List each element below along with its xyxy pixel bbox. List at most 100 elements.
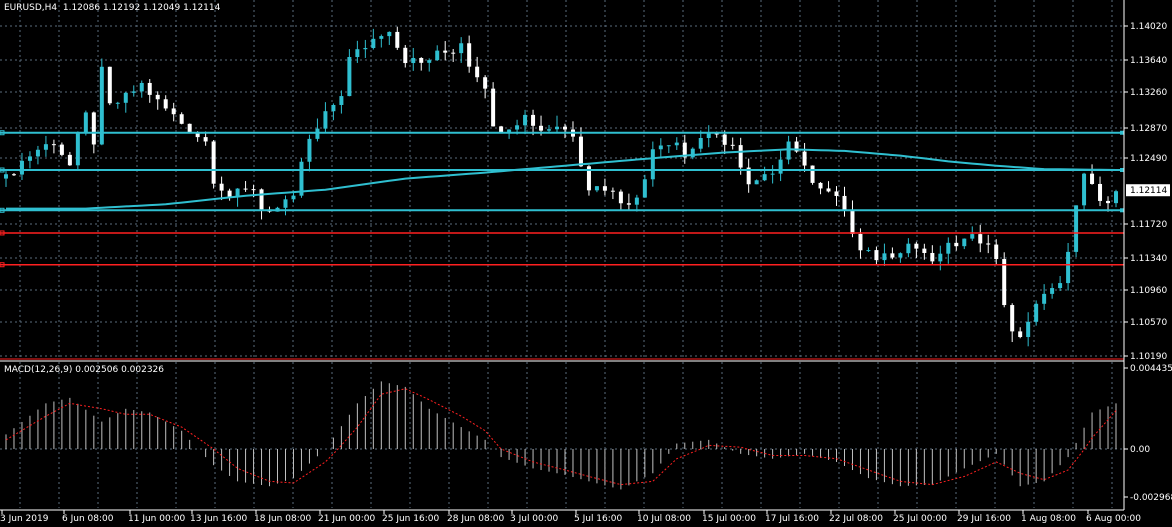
time-tick-label: 1 Aug 08:00	[1021, 514, 1076, 524]
level-handle-right	[1120, 130, 1124, 135]
price-tick-label: 1.13640	[1130, 56, 1167, 66]
macd-signal-line	[5, 388, 1117, 486]
price-chart[interactable]: 1.14020 1.13640 1.13260 1.12870 1.12490 1.117…	[0, 0, 1172, 527]
candle-body	[91, 112, 96, 145]
candle-body	[171, 108, 176, 115]
candle-body	[1026, 321, 1031, 338]
candle-body	[187, 123, 192, 134]
candle-body	[19, 160, 24, 175]
candle-body	[443, 50, 448, 53]
candle-body	[866, 250, 871, 252]
candle-body	[75, 133, 80, 166]
level-handle-right	[1120, 208, 1124, 213]
candle-body	[515, 125, 520, 130]
candle-body	[858, 233, 863, 251]
candle-body	[307, 138, 312, 162]
time-tick-label: 29 Jul 16:00	[957, 514, 1011, 524]
time-tick-label: 21 Jun 00:00	[318, 514, 375, 524]
candle-body	[3, 174, 8, 179]
macd-tick-label: 0.00	[1130, 445, 1150, 455]
candle-body	[1066, 251, 1071, 284]
candle-body	[610, 190, 615, 192]
price-tick-label: 1.10960	[1130, 286, 1167, 296]
candle-body	[930, 252, 935, 262]
candle-body	[163, 99, 168, 109]
candle-body	[906, 243, 911, 254]
high-value: 1.12192	[102, 3, 141, 13]
candle-body	[802, 151, 807, 166]
candle-body	[51, 144, 56, 146]
candle-body	[131, 91, 136, 93]
candle-body	[658, 145, 663, 150]
candle-body	[555, 126, 560, 130]
candle-body	[594, 186, 599, 191]
price-tick-label: 1.12490	[1130, 154, 1167, 164]
candle-body	[882, 253, 887, 261]
candle-body	[123, 92, 128, 103]
candle-body	[850, 210, 855, 234]
candle-body	[946, 242, 951, 254]
candle-body	[139, 82, 144, 92]
candle-body	[698, 138, 703, 149]
candle-body	[626, 203, 631, 205]
time-tick-label: 22 Jul 08:00	[829, 514, 883, 524]
candle-body	[235, 188, 240, 197]
time-tick-label: 15 Jul 00:00	[702, 514, 756, 524]
chart-window[interactable]: 1.14020 1.13640 1.13260 1.12870 1.12490 1.117…	[0, 0, 1172, 527]
candle-body	[395, 31, 400, 48]
candle-body	[706, 133, 711, 139]
candle-body	[259, 189, 264, 210]
candle-body	[994, 244, 999, 260]
candle-body	[1106, 200, 1111, 204]
candle-body	[978, 234, 983, 244]
candle-body	[1034, 303, 1039, 322]
candle-body	[219, 183, 224, 191]
candle-body	[451, 52, 456, 54]
candle-body	[59, 144, 64, 155]
candle-body	[371, 38, 376, 49]
candle-body	[251, 189, 256, 191]
candle-body	[642, 179, 647, 198]
time-tick-label: 3 Jul 00:00	[510, 514, 559, 524]
candle-body	[115, 102, 120, 104]
candle-body	[363, 48, 368, 50]
candle-body	[1098, 183, 1103, 201]
candle-body	[874, 250, 879, 261]
candle-body	[818, 182, 823, 189]
candle-body	[227, 190, 232, 197]
candle-body	[107, 66, 112, 104]
candle-body	[938, 253, 943, 262]
candle-body	[962, 238, 967, 247]
candle-body	[650, 149, 655, 180]
candle-body	[347, 57, 352, 97]
candle-body	[890, 253, 895, 258]
candle-body	[730, 144, 735, 146]
candle-body	[147, 82, 152, 95]
candle-body	[323, 111, 328, 129]
candle-body	[754, 180, 759, 185]
price-tick-label: 1.14020	[1130, 22, 1167, 32]
candle-body	[986, 243, 991, 245]
candle-body	[970, 234, 975, 239]
candle-body	[1114, 191, 1119, 204]
macd-label: MACD(12,26,9)	[4, 365, 73, 375]
candle-body	[339, 96, 344, 105]
candle-body	[1090, 173, 1095, 184]
time-tick-label: 3 Jun 2019	[0, 514, 49, 524]
time-tick-label: 11 Jun 00:00	[128, 514, 185, 524]
candle-body	[539, 125, 544, 131]
candle-body	[427, 60, 432, 63]
candle-body	[523, 114, 528, 126]
time-tick-label: 6 Jun 08:00	[62, 514, 114, 524]
time-tick-label: 17 Jul 16:00	[765, 514, 819, 524]
candle-body	[43, 144, 48, 150]
open-value: 1.12086	[62, 3, 101, 13]
candle-body	[826, 188, 831, 192]
candle-body	[618, 191, 623, 204]
candle-body	[283, 199, 288, 208]
candle-body	[898, 253, 903, 258]
candle-body	[722, 134, 727, 145]
candle-body	[355, 49, 360, 58]
time-tick-label: 13 Jun 16:00	[190, 514, 247, 524]
candle-body	[738, 145, 743, 168]
